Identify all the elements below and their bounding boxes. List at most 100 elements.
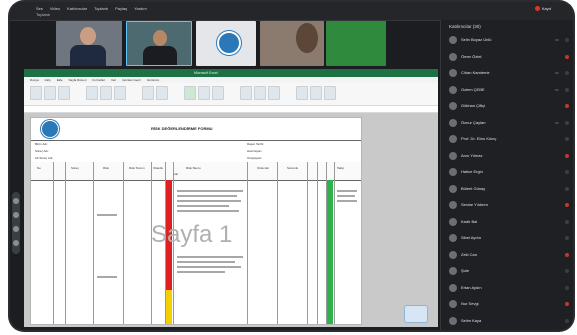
worksheet-page: RİSK DEĞERLENDİRME FORMU Birim Adı: Süre… bbox=[30, 117, 362, 325]
participants-panel: Katılımcılar (30) Selin Boyaz Ünlü ▭ Ömer … bbox=[440, 20, 573, 330]
cut-icon[interactable] bbox=[44, 86, 56, 100]
wrap-text-icon[interactable] bbox=[156, 86, 168, 100]
participant-row[interactable]: Prof. Dr. Ebru Kılınç bbox=[447, 133, 570, 145]
video-tile-active-speaker[interactable] bbox=[126, 21, 192, 66]
sort-icon[interactable] bbox=[310, 86, 322, 100]
avatar-icon bbox=[449, 168, 457, 176]
participant-row[interactable]: Ozlem ÇEBE ▭ bbox=[447, 84, 570, 96]
microphone-icon bbox=[565, 318, 569, 323]
participant-name: Arzu Yılmaz bbox=[461, 152, 483, 158]
participant-row[interactable]: Şule bbox=[447, 265, 570, 277]
menu-item[interactable]: Paylaş bbox=[115, 6, 127, 11]
participant-row[interactable]: Sibel Aydın bbox=[447, 232, 570, 244]
participant-name: Serdar Yıldırım bbox=[461, 202, 488, 207]
column-header: Risk Tanımı bbox=[129, 166, 145, 170]
microphone-icon bbox=[565, 87, 569, 92]
menu-item[interactable]: Ses bbox=[36, 6, 43, 11]
menu-item[interactable]: Yardım bbox=[134, 6, 147, 11]
menu-item[interactable]: Katılımcılar bbox=[67, 6, 87, 11]
participant-name: Cihan Kandemir bbox=[461, 70, 490, 75]
paste-icon[interactable] bbox=[30, 86, 42, 100]
microphone-icon bbox=[565, 285, 569, 290]
participant-row[interactable]: Gökhan Çiftçi bbox=[447, 100, 570, 112]
participant-row[interactable]: Hatice Ergin bbox=[447, 166, 570, 178]
conditional-format-icon[interactable] bbox=[184, 86, 196, 100]
cell-text-line bbox=[177, 195, 237, 197]
recording-indicator[interactable]: Kayıt bbox=[534, 6, 551, 11]
formula-bar[interactable] bbox=[24, 106, 438, 113]
video-tile[interactable] bbox=[326, 21, 386, 66]
column-header: Önlemler bbox=[257, 166, 270, 170]
cell-text-line bbox=[177, 271, 225, 273]
participant-video-body bbox=[143, 46, 177, 65]
participant-row[interactable]: Ertan Aydın bbox=[447, 282, 570, 294]
avatar-icon bbox=[449, 151, 457, 160]
avatar-icon bbox=[449, 316, 457, 325]
menu-item[interactable]: Toplantı bbox=[94, 6, 108, 11]
sum-icon[interactable] bbox=[296, 86, 308, 100]
font-icon[interactable] bbox=[86, 86, 98, 100]
grid-line bbox=[93, 162, 94, 324]
excel-ribbon bbox=[24, 83, 438, 106]
grid-line bbox=[53, 162, 54, 324]
column-header: No bbox=[37, 166, 41, 170]
more-icon[interactable] bbox=[13, 240, 19, 246]
column-header: Süreç bbox=[71, 166, 79, 170]
participant-row[interactable]: Serdar Yıldırım bbox=[447, 199, 570, 211]
avatar-icon bbox=[449, 217, 457, 226]
cell-text-line bbox=[177, 210, 239, 212]
format-icon[interactable] bbox=[268, 86, 280, 100]
participant-row[interactable]: Selim Kaya bbox=[447, 315, 570, 327]
cell-styles-icon[interactable] bbox=[212, 86, 224, 100]
italic-icon[interactable] bbox=[114, 86, 126, 100]
participant-row[interactable]: Nur Sevgi bbox=[447, 298, 570, 310]
info-label: Hazırlayan: bbox=[247, 149, 263, 153]
video-tile[interactable] bbox=[56, 21, 122, 66]
avatar-icon bbox=[449, 184, 457, 193]
microphone-icon bbox=[565, 104, 569, 108]
participant-name: Prof. Dr. Ebru Kılınç bbox=[461, 136, 497, 141]
participant-video bbox=[153, 30, 167, 46]
participants-title: Katılımcılar (30) bbox=[449, 24, 481, 29]
grid-line bbox=[334, 162, 335, 324]
participant-row[interactable]: Öznur Çaylan ▭ bbox=[447, 117, 570, 129]
microphone-icon[interactable] bbox=[13, 198, 19, 204]
column-header: Risk Skoru bbox=[186, 166, 201, 170]
participant-row[interactable]: Bülent Günay bbox=[447, 183, 570, 195]
camera-icon[interactable] bbox=[13, 212, 19, 218]
cell-text-line bbox=[337, 190, 357, 192]
participant-row[interactable]: Arzu Yılmaz bbox=[447, 150, 570, 162]
video-tile[interactable] bbox=[196, 21, 256, 66]
table-format-icon[interactable] bbox=[198, 86, 210, 100]
avatar-icon bbox=[449, 201, 457, 209]
copy-icon[interactable] bbox=[58, 86, 70, 100]
cell-text-line bbox=[97, 214, 117, 216]
delete-icon[interactable] bbox=[254, 86, 266, 100]
info-label: Onaylayan: bbox=[247, 156, 263, 160]
cell-text-line bbox=[177, 266, 241, 268]
excel-title-bar: Microsoft Excel bbox=[24, 69, 438, 77]
align-icon[interactable] bbox=[142, 86, 154, 100]
microphone-icon bbox=[565, 203, 569, 207]
video-tile[interactable] bbox=[260, 21, 324, 66]
participant-row[interactable]: Kadir Bal bbox=[447, 216, 570, 228]
share-icon[interactable] bbox=[13, 226, 19, 232]
insert-icon[interactable] bbox=[240, 86, 252, 100]
avatar-icon bbox=[449, 52, 457, 61]
participant-row[interactable]: Zeki Can bbox=[447, 249, 570, 261]
screen-share-badge-icon[interactable] bbox=[404, 305, 428, 323]
avatar-icon bbox=[449, 85, 457, 94]
cell-text-line bbox=[177, 190, 243, 192]
participant-name: Bülent Günay bbox=[461, 185, 486, 191]
participant-row[interactable]: Selin Boyaz Ünlü ▭ bbox=[447, 34, 570, 46]
floating-toolbar[interactable] bbox=[12, 192, 20, 254]
participant-row[interactable]: Cihan Kandemir ▭ bbox=[447, 67, 570, 79]
participant-row[interactable]: Ömer Öztel bbox=[447, 51, 570, 63]
find-icon[interactable] bbox=[324, 86, 336, 100]
menu-item[interactable]: Video bbox=[50, 6, 60, 11]
meeting-menu: Ses Video Katılımcılar Toplantı Paylaş Y… bbox=[36, 6, 147, 11]
worksheet-area[interactable]: RİSK DEĞERLENDİRME FORMU Birim Adı: Süre… bbox=[24, 113, 438, 327]
page-watermark: Sayfa 1 bbox=[151, 221, 233, 248]
bold-icon[interactable] bbox=[100, 86, 112, 100]
info-label: Süreç Adı: bbox=[35, 149, 49, 153]
